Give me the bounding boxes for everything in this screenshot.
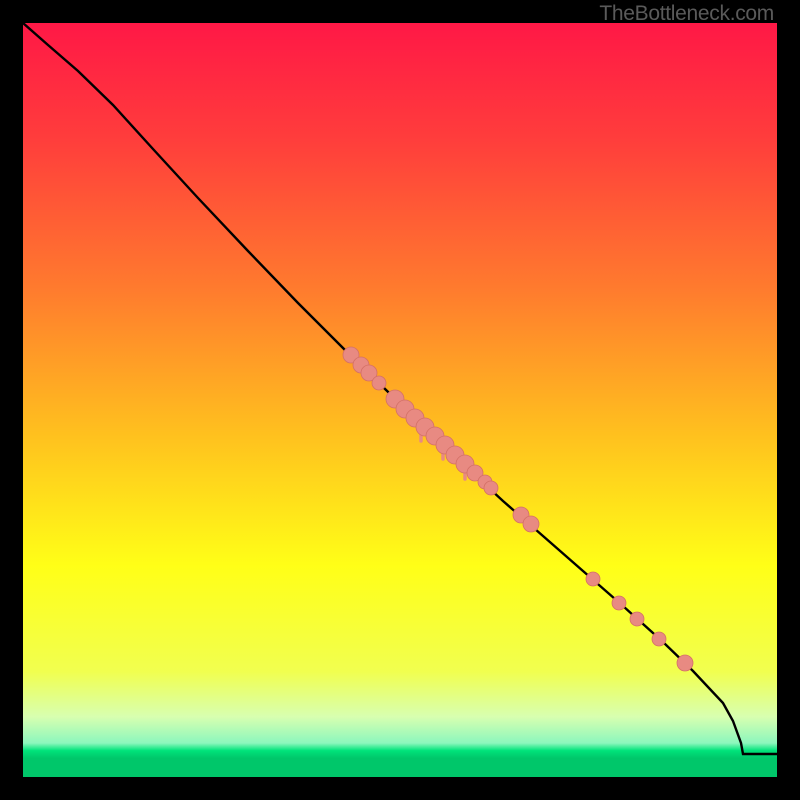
data-marker (630, 612, 644, 626)
data-marker (586, 572, 600, 586)
watermark-text: TheBottleneck.com (599, 2, 774, 26)
data-marker (652, 632, 666, 646)
data-marker (677, 655, 693, 671)
data-marker (612, 596, 626, 610)
data-marker (372, 376, 386, 390)
chart-plot (23, 23, 777, 777)
chart-frame (23, 23, 777, 777)
data-marker (484, 481, 498, 495)
data-marker (523, 516, 539, 532)
